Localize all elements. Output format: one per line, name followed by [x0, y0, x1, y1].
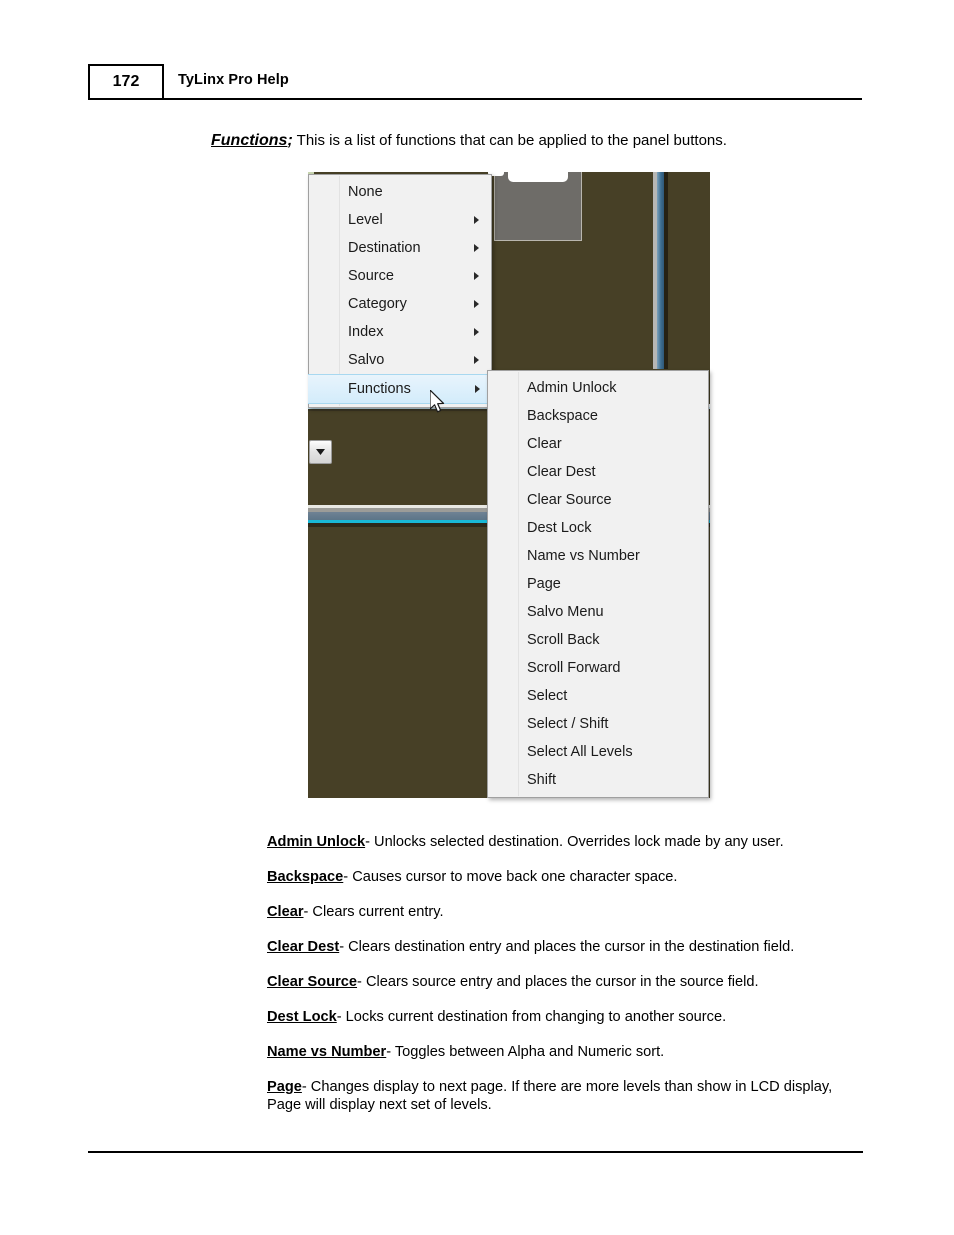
definition-term: Admin Unlock: [267, 833, 366, 850]
menu-item-category[interactable]: Category: [309, 290, 491, 318]
page-number-box: 172: [88, 64, 164, 100]
definition-term: Backspace: [267, 868, 344, 885]
vertical-scrollbar-shadow: [664, 172, 668, 369]
vertical-scrollbar-thumb[interactable]: [657, 172, 664, 369]
chevron-right-icon: [474, 300, 479, 308]
chevron-right-icon: [475, 385, 480, 393]
footer-divider: [88, 1151, 863, 1153]
definition-term: Page: [267, 1078, 302, 1095]
menu-item-label: Salvo: [348, 352, 385, 368]
definition-admin-unlock: Admin Unlock- Unlocks selected destinati…: [267, 833, 847, 851]
submenu-item-label: Backspace: [527, 408, 598, 424]
menu-item-source[interactable]: Source: [309, 262, 491, 290]
definition-term: Dest Lock: [267, 1008, 337, 1025]
submenu-item-label: Scroll Forward: [527, 660, 621, 676]
definition-term: Clear Dest: [267, 938, 340, 955]
definition-clear-dest: Clear Dest- Clears destination entry and…: [267, 938, 847, 956]
chevron-right-icon: [474, 328, 479, 336]
functions-submenu[interactable]: Admin Unlock Backspace Clear Clear Dest …: [487, 370, 709, 798]
definition-clear-source: Clear Source- Clears source entry and pl…: [267, 973, 847, 991]
page-number: 172: [112, 73, 140, 90]
definition-description: - Unlocks selected destination. Override…: [365, 833, 784, 850]
submenu-item-select[interactable]: Select: [488, 682, 708, 710]
submenu-item-label: Page: [527, 576, 561, 592]
menu-item-label: Source: [348, 268, 394, 284]
chevron-right-icon: [474, 272, 479, 280]
definition-page: Page- Changes display to next page. If t…: [267, 1078, 847, 1114]
menu-item-none[interactable]: None: [309, 178, 491, 206]
chevron-right-icon: [474, 216, 479, 224]
definition-description: - Clears current entry.: [303, 903, 444, 920]
menu-item-index[interactable]: Index: [309, 318, 491, 346]
definition-name-vs-number: Name vs Number- Toggles between Alpha an…: [267, 1043, 847, 1061]
submenu-item-label: Admin Unlock: [527, 380, 617, 396]
header-divider: [164, 98, 862, 100]
menu-item-salvo[interactable]: Salvo: [309, 346, 491, 374]
document-title: TyLinx Pro Help: [178, 72, 289, 88]
submenu-item-name-vs-number[interactable]: Name vs Number: [488, 542, 708, 570]
intro-term: Functions: [211, 132, 288, 149]
submenu-item-clear[interactable]: Clear: [488, 430, 708, 458]
menu-item-destination[interactable]: Destination: [309, 234, 491, 262]
submenu-item-label: Scroll Back: [527, 632, 600, 648]
chevron-right-icon: [474, 356, 479, 364]
submenu-item-scroll-back[interactable]: Scroll Back: [488, 626, 708, 654]
definition-backspace: Backspace- Causes cursor to move back on…: [267, 868, 847, 886]
submenu-item-label: Select All Levels: [527, 744, 633, 760]
definition-description: - Clears destination entry and places th…: [339, 938, 795, 955]
submenu-item-clear-source[interactable]: Clear Source: [488, 486, 708, 514]
definition-dest-lock: Dest Lock- Locks current destination fro…: [267, 1008, 847, 1026]
submenu-item-select-shift[interactable]: Select / Shift: [488, 710, 708, 738]
submenu-item-label: Salvo Menu: [527, 604, 604, 620]
submenu-item-shift[interactable]: Shift: [488, 766, 708, 794]
submenu-item-page[interactable]: Page: [488, 570, 708, 598]
app-gray-panel: [494, 172, 582, 241]
submenu-item-label: Shift: [527, 772, 557, 788]
submenu-item-scroll-forward[interactable]: Scroll Forward: [488, 654, 708, 682]
definition-description: - Toggles between Alpha and Numeric sort…: [386, 1043, 665, 1060]
definition-description: - Causes cursor to move back one charact…: [343, 868, 678, 885]
submenu-item-label: Clear: [527, 436, 562, 452]
submenu-item-clear-dest[interactable]: Clear Dest: [488, 458, 708, 486]
definition-description: - Clears source entry and places the cur…: [357, 973, 759, 990]
menu-item-functions[interactable]: Functions: [308, 374, 492, 404]
definition-description: - Locks current destination from changin…: [336, 1008, 727, 1025]
menu-item-label: Functions: [348, 381, 411, 397]
submenu-item-select-all-levels[interactable]: Select All Levels: [488, 738, 708, 766]
chevron-right-icon: [474, 244, 479, 252]
page-header: 172 TyLinx Pro Help: [88, 64, 862, 100]
submenu-item-label: Clear Source: [527, 492, 612, 508]
menu-item-label: Destination: [348, 240, 421, 256]
definition-clear: Clear- Clears current entry.: [267, 903, 847, 921]
intro-paragraph: Functions; This is a list of functions t…: [211, 132, 727, 150]
menu-item-label: None: [348, 184, 383, 200]
submenu-item-dest-lock[interactable]: Dest Lock: [488, 514, 708, 542]
context-menu[interactable]: None Level Destination Source Category I…: [308, 174, 492, 408]
submenu-item-label: Select: [527, 688, 568, 704]
submenu-item-label: Name vs Number: [527, 548, 640, 564]
menu-item-level[interactable]: Level: [309, 206, 491, 234]
menu-item-label: Index: [348, 324, 384, 340]
submenu-item-backspace[interactable]: Backspace: [488, 402, 708, 430]
intro-text: This is a list of functions that can be …: [292, 132, 727, 149]
chevron-down-icon[interactable]: [309, 440, 332, 464]
submenu-item-label: Clear Dest: [527, 464, 596, 480]
submenu-item-salvo-menu[interactable]: Salvo Menu: [488, 598, 708, 626]
menu-item-label: Level: [348, 212, 383, 228]
definition-term: Clear Source: [267, 973, 358, 990]
definition-term: Clear: [267, 903, 304, 920]
submenu-item-admin-unlock[interactable]: Admin Unlock: [488, 374, 708, 402]
submenu-item-label: Select / Shift: [527, 716, 609, 732]
app-top-right-area: [668, 172, 710, 369]
definition-term: Name vs Number: [267, 1043, 387, 1060]
submenu-item-label: Dest Lock: [527, 520, 592, 536]
definition-description: - Changes display to next page. If there…: [267, 1078, 833, 1113]
menu-item-label: Category: [348, 296, 407, 312]
definition-list: Admin Unlock- Unlocks selected destinati…: [267, 818, 847, 1131]
app-white-tab: [508, 172, 568, 182]
